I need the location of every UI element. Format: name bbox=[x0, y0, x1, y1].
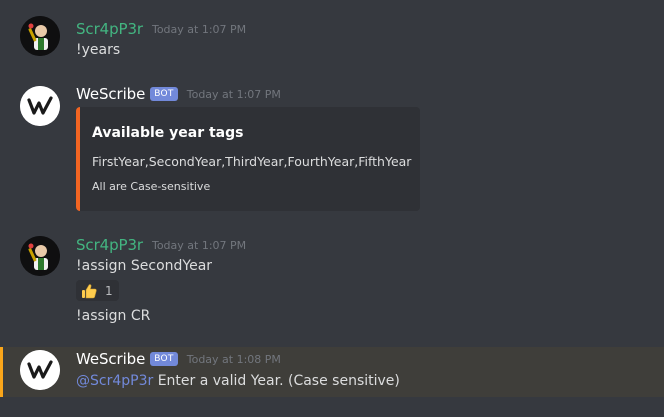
avatar-user[interactable] bbox=[20, 236, 60, 276]
bot-tag: BOT bbox=[150, 352, 178, 366]
message-text: !years bbox=[76, 42, 121, 58]
thumbs-up-icon bbox=[82, 283, 97, 298]
username[interactable]: WeScribe bbox=[76, 350, 145, 368]
bot-tag: BOT bbox=[150, 87, 178, 101]
message-header: Scr4pP3r Today at 1:07 PM bbox=[76, 236, 246, 254]
message-text: !assign SecondYear bbox=[76, 258, 213, 274]
wescribe-logo-icon bbox=[20, 350, 60, 390]
avatar-icon bbox=[20, 236, 60, 276]
message-header: WeScribe BOT Today at 1:08 PM bbox=[76, 350, 281, 368]
message-text: !assign CR bbox=[76, 308, 151, 324]
reaction-count: 1 bbox=[105, 283, 113, 298]
chat-messages: Scr4pP3r Today at 1:07 PM !years WeScrib… bbox=[0, 0, 664, 417]
embed: Available year tags FirstYear,SecondYear… bbox=[76, 107, 420, 211]
message-body: Enter a valid Year. (Case sensitive) bbox=[153, 373, 400, 389]
timestamp: Today at 1:07 PM bbox=[151, 238, 247, 252]
embed-title: Available year tags bbox=[92, 125, 244, 141]
avatar-user[interactable] bbox=[20, 16, 60, 56]
avatar-bot[interactable] bbox=[20, 350, 60, 390]
embed-description: FirstYear,SecondYear,ThirdYear,FourthYea… bbox=[92, 154, 412, 169]
username[interactable]: Scr4pP3r bbox=[76, 20, 143, 38]
avatar-icon bbox=[20, 16, 60, 56]
reaction-button[interactable]: 1 bbox=[76, 280, 119, 301]
user-mention[interactable]: @Scr4pP3r bbox=[76, 373, 153, 389]
message-header: WeScribe BOT Today at 1:07 PM bbox=[76, 85, 281, 103]
embed-footer: All are Case-sensitive bbox=[92, 180, 211, 193]
timestamp: Today at 1:08 PM bbox=[186, 352, 281, 366]
timestamp: Today at 1:07 PM bbox=[151, 22, 247, 36]
wescribe-logo-icon bbox=[20, 86, 60, 126]
username[interactable]: WeScribe bbox=[76, 85, 145, 103]
message-header: Scr4pP3r Today at 1:07 PM bbox=[76, 20, 246, 38]
avatar-bot[interactable] bbox=[20, 86, 60, 126]
username[interactable]: Scr4pP3r bbox=[76, 236, 143, 254]
message-text: @Scr4pP3r Enter a valid Year. (Case sens… bbox=[76, 373, 400, 389]
timestamp: Today at 1:07 PM bbox=[186, 87, 281, 101]
